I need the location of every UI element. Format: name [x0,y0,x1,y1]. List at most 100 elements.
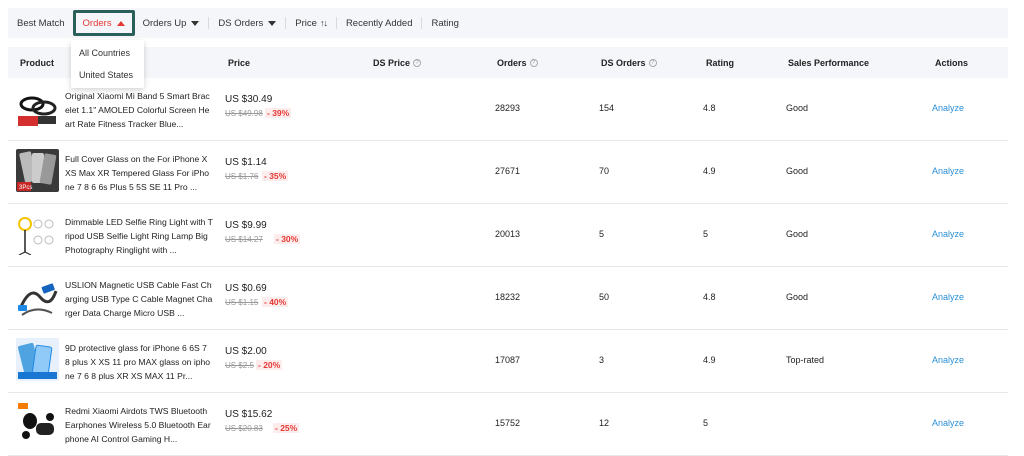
sales-performance: Good [786,229,809,239]
rating-value: 4.8 [703,292,716,302]
price: US $15.62 [225,409,273,420]
ring-light-image [16,212,59,255]
sort-label: DS Orders [218,17,264,29]
product-title[interactable]: Redmi Xiaomi Airdots TWS Bluetooth Earph… [65,404,213,446]
product-thumbnail[interactable] [16,401,59,444]
sort-arrows-icon: ↑↓ [319,18,328,28]
table-row: Dimmable LED Selfie Ring Light with Trip… [8,204,1008,267]
col-price: Price [228,57,251,68]
product-thumbnail[interactable] [16,86,59,129]
price: US $1.14 [225,157,267,168]
ds-orders-count: 12 [599,418,610,428]
sort-orders[interactable]: Orders [72,8,135,38]
sort-best-match[interactable]: Best Match [8,8,74,38]
original-price: US $49.98 [225,109,263,118]
rating-value: 4.8 [703,103,716,113]
ds-orders-count: 3 [599,355,605,365]
price: US $0.69 [225,283,267,294]
sales-performance: Good [786,166,809,176]
caret-up-icon [116,20,125,26]
product-title[interactable]: Full Cover Glass on the For iPhone X XS … [65,152,213,194]
original-price: US $1.15 [225,298,259,307]
protective-glass-image [16,338,59,381]
discount-badge: - 30% [274,234,301,244]
caret-down-icon [191,20,200,26]
price: US $9.99 [225,220,267,231]
table-header: Product Price DS Price? Orders? DS Order… [8,47,1008,78]
sort-label: Recently Added [345,17,413,29]
original-price: US $2.5 [225,361,254,370]
sort-ds-orders[interactable]: DS Orders [209,8,285,38]
table-row: USLION Magnetic USB Cable Fast Charging … [8,267,1008,330]
help-icon[interactable]: ? [413,58,422,67]
earbuds-image [16,401,59,444]
analyze-link[interactable]: Analyze [932,166,964,176]
analyze-link[interactable]: Analyze [932,418,964,428]
col-label: DS Price [373,57,411,68]
discount-badge: - 40% [262,297,289,307]
sort-recently-added[interactable]: Recently Added [337,8,422,38]
help-icon[interactable]: ? [648,58,657,67]
col-product: Product [20,57,55,68]
caret-down-icon [268,20,277,26]
col-rating: Rating [706,57,734,68]
orders-count: 18232 [495,292,521,302]
product-title[interactable]: USLION Magnetic USB Cable Fast Charging … [65,278,213,320]
ds-orders-count: 5 [599,229,605,239]
col-actions: Actions [935,57,969,68]
table-row: 3Pcs Full Cover Glass on the For iPhone … [8,141,1008,204]
rating-value: 5 [703,418,709,428]
sort-rating[interactable]: Rating [422,8,467,38]
analyze-link[interactable]: Analyze [932,229,964,239]
original-price: US $14.27 [225,235,263,244]
screen-protector-image: 3Pcs [16,149,59,192]
col-ds-price: DS Price? [373,47,422,78]
sort-price[interactable]: Price ↑↓ [286,8,336,38]
product-title[interactable]: Dimmable LED Selfie Ring Light with Trip… [65,215,213,257]
product-thumbnail[interactable] [16,275,59,318]
analyze-link[interactable]: Analyze [932,355,964,365]
sales-performance: Top-rated [786,355,825,365]
sort-label: Best Match [17,17,65,29]
analyze-link[interactable]: Analyze [932,103,964,113]
sales-performance: Good [786,292,809,302]
sort-label: Orders [82,17,112,29]
sort-label: Rating [431,17,459,29]
col-orders: Orders? [497,47,538,78]
rating-value: 4.9 [703,355,716,365]
col-label: Orders [497,57,527,68]
sort-bar: Best Match Orders Orders Up DS Orders Pr… [8,8,1008,38]
price: US $2.00 [225,346,267,357]
sort-label: Price [295,17,317,29]
analyze-link[interactable]: Analyze [932,292,964,302]
orders-count: 15752 [495,418,521,428]
sort-label: Orders Up [142,17,187,29]
ds-orders-count: 70 [599,166,610,176]
rating-value: 5 [703,229,709,239]
discount-badge: - 39% [265,108,292,118]
usb-cable-image [16,275,59,318]
col-ds-orders: DS Orders? [601,47,657,78]
rating-value: 4.9 [703,166,716,176]
ds-orders-count: 154 [599,103,615,113]
table-row: Original Xiaomi Mi Band 5 Smart Bracelet… [8,78,1008,141]
sort-orders-up[interactable]: Orders Up [134,8,209,38]
help-icon[interactable]: ? [529,58,538,67]
product-thumbnail[interactable] [16,212,59,255]
original-price: US $20.83 [225,424,263,433]
dropdown-option-all-countries[interactable]: All Countries [71,42,144,64]
orders-count: 28293 [495,103,521,113]
product-thumbnail[interactable]: 3Pcs [16,149,59,192]
col-sales-performance: Sales Performance [788,57,870,68]
dropdown-option-united-states[interactable]: United States [71,64,144,86]
table-row: 9D protective glass for iPhone 6 6S 7 8 … [8,330,1008,393]
discount-badge: - 25% [273,423,300,433]
product-title[interactable]: 9D protective glass for iPhone 6 6S 7 8 … [65,341,213,383]
smart-band-image [16,86,59,129]
discount-badge: - 35% [262,171,289,181]
product-thumbnail[interactable] [16,338,59,381]
discount-badge: - 20% [256,360,283,370]
product-title[interactable]: Original Xiaomi Mi Band 5 Smart Bracelet… [65,89,213,131]
svg-text:3Pcs: 3Pcs [19,185,32,191]
orders-dropdown-menu: All Countries United States [71,40,144,88]
